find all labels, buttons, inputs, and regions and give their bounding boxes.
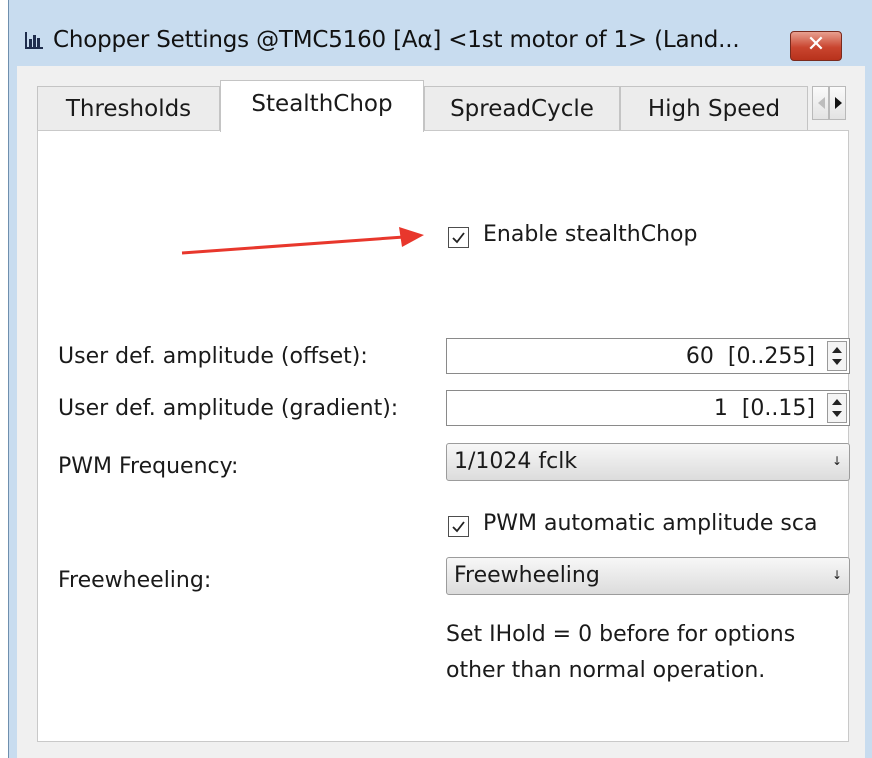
pwm-autoscale-label-clip: PWM automatic amplitude sca <box>481 509 850 543</box>
tab-scroll-right-button[interactable] <box>829 86 846 120</box>
annotation-arrow <box>181 227 424 255</box>
ihold-note-line-2: other than normal operation. <box>446 658 766 683</box>
gradient-label: User def. amplitude (gradient): <box>58 396 399 421</box>
title-bar[interactable]: Chopper Settings @TMC5160 [Aα] <1st moto… <box>9 0 872 66</box>
tab-stealthchop[interactable]: StealthChop <box>220 80 424 132</box>
tab-thresholds[interactable]: Thresholds <box>37 86 220 130</box>
offset-label: User def. amplitude (offset): <box>58 344 368 369</box>
up-arrow-icon[interactable] <box>832 347 842 353</box>
freewheeling-label: Freewheeling: <box>58 568 212 593</box>
ihold-note: Set IHold = 0 before for options other t… <box>446 617 795 689</box>
offset-stepper[interactable] <box>827 341 847 371</box>
pwm-frequency-select[interactable]: 1/1024 fclk ↓ <box>446 443 850 481</box>
pwm-autoscale-label[interactable]: PWM automatic amplitude sca <box>483 511 817 536</box>
close-button[interactable]: ✕ <box>790 31 842 61</box>
up-arrow-icon[interactable] <box>832 399 842 405</box>
pwm-autoscale-checkbox[interactable] <box>448 516 469 537</box>
tab-scroll-left-button[interactable] <box>812 86 829 120</box>
chevron-right-icon <box>835 97 842 109</box>
tab-high-speed[interactable]: High Speed <box>620 86 808 130</box>
window-client-area: Thresholds StealthChop SpreadCycle High … <box>17 66 865 758</box>
enable-stealthchop-checkbox[interactable] <box>448 227 469 248</box>
stealthchop-panel: Enable stealthChop User def. amplitude (… <box>37 130 850 742</box>
ihold-note-line-1: Set IHold = 0 before for options <box>446 622 796 647</box>
enable-stealthchop-label[interactable]: Enable stealthChop <box>483 222 697 247</box>
freewheeling-value: Freewheeling <box>454 563 600 588</box>
down-arrow-icon[interactable] <box>832 411 842 417</box>
chopper-settings-window: Chopper Settings @TMC5160 [Aα] <1st moto… <box>8 0 872 758</box>
tab-spreadcycle[interactable]: SpreadCycle <box>424 86 620 130</box>
window-title: Chopper Settings @TMC5160 [Aα] <1st moto… <box>53 27 740 53</box>
chevron-left-icon <box>818 97 825 109</box>
gradient-spinbox[interactable]: 1 [0..15] <box>446 390 850 426</box>
checkmark-icon <box>452 521 465 533</box>
checkmark-icon <box>452 232 465 244</box>
down-arrow-icon[interactable] <box>832 359 842 365</box>
close-icon: ✕ <box>806 32 826 57</box>
bar-chart-icon <box>25 32 43 49</box>
offset-value: 60 [0..255] <box>685 344 815 369</box>
gradient-value: 1 [0..15] <box>713 396 815 421</box>
freewheeling-select[interactable]: Freewheeling ↓ <box>446 557 850 595</box>
pwm-frequency-label: PWM Frequency: <box>58 454 239 479</box>
offset-spinbox[interactable]: 60 [0..255] <box>446 338 850 374</box>
dropdown-arrow-icon: ↓ <box>831 454 842 468</box>
dropdown-arrow-icon: ↓ <box>831 568 842 582</box>
gradient-stepper[interactable] <box>827 393 847 423</box>
tab-bar: Thresholds StealthChop SpreadCycle High … <box>17 66 865 132</box>
pwm-frequency-value: 1/1024 fclk <box>454 449 578 474</box>
